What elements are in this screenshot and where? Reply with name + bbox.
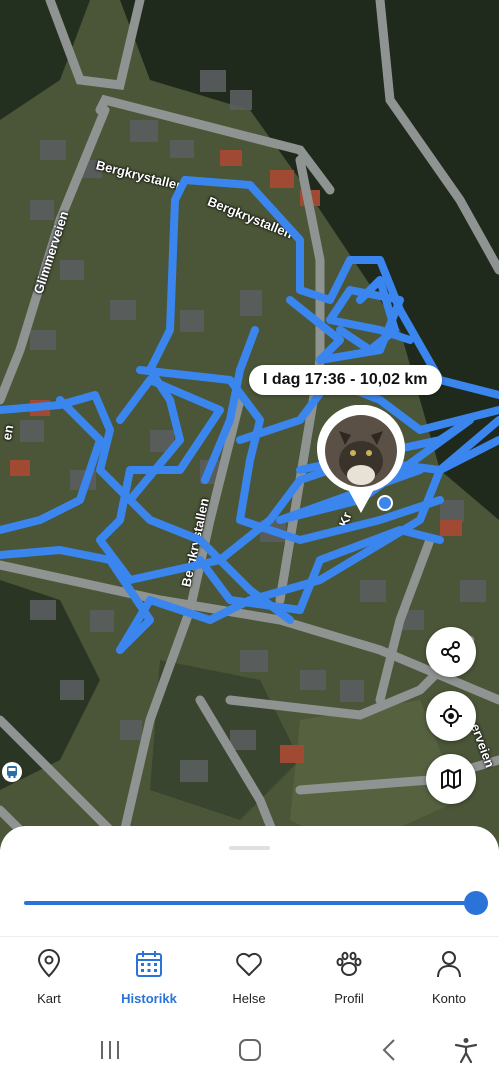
- tab-label: Kart: [37, 991, 61, 1006]
- tab-label: Historikk: [121, 991, 177, 1006]
- locate-button[interactable]: [426, 691, 476, 741]
- sheet-drag-handle[interactable]: [229, 846, 270, 850]
- share-icon: [441, 641, 460, 663]
- back-icon[interactable]: [379, 1038, 399, 1062]
- location-pin-icon: [37, 949, 61, 978]
- time-slider-track[interactable]: [24, 901, 476, 905]
- tab-profil[interactable]: Profil: [309, 937, 389, 1015]
- pet-location-marker[interactable]: [313, 404, 409, 517]
- tab-label: Helse: [232, 991, 266, 1006]
- map-layers-button[interactable]: [426, 754, 476, 804]
- paw-icon: [336, 951, 362, 976]
- share-button[interactable]: [426, 627, 476, 677]
- tab-konto[interactable]: Konto: [409, 937, 489, 1015]
- time-slider-thumb[interactable]: [464, 891, 488, 915]
- satellite-map[interactable]: Bergkrystallen Bergkrystallen Glimmervei…: [0, 0, 499, 850]
- system-navigation-bar: [0, 1020, 499, 1080]
- map-layers-icon: [441, 769, 461, 789]
- tab-label: Konto: [432, 991, 466, 1006]
- bottom-tab-bar: Kart Historikk Helse Profil Konto: [0, 936, 499, 1015]
- location-dot-icon: [377, 495, 393, 511]
- recents-icon[interactable]: [99, 1038, 121, 1062]
- tab-label: Profil: [334, 991, 364, 1006]
- accessibility-icon[interactable]: [454, 1037, 478, 1063]
- calendar-icon: [136, 951, 162, 977]
- tab-historikk[interactable]: Historikk: [109, 937, 189, 1015]
- locate-icon: [440, 705, 462, 727]
- tab-kart[interactable]: Kart: [9, 937, 89, 1015]
- track-summary-label[interactable]: I dag 17:36 - 10,02 km: [249, 365, 442, 395]
- bus-stop-icon[interactable]: [2, 762, 22, 782]
- home-icon[interactable]: [238, 1038, 262, 1062]
- gps-track: [0, 176, 499, 654]
- heart-icon: [236, 952, 262, 976]
- tab-helse[interactable]: Helse: [209, 937, 289, 1015]
- person-icon: [437, 951, 461, 978]
